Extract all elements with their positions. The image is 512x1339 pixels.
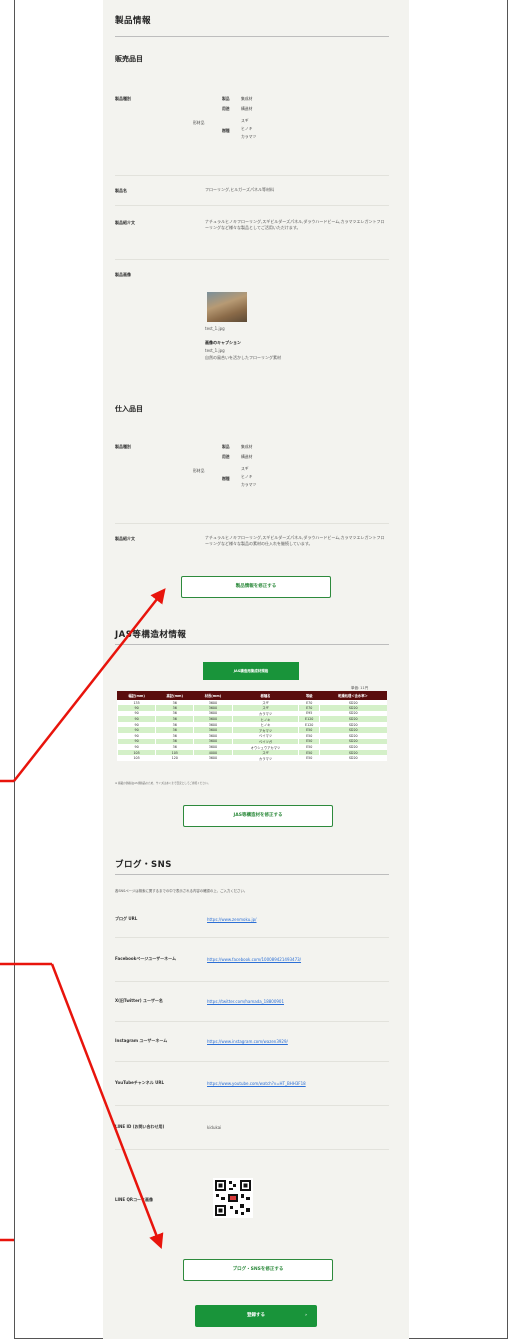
use-value: 構造材 <box>241 106 253 111</box>
table-header-cell: 幅記(mm) <box>116 691 157 700</box>
sns-row: Instagram ユーザーネーム https://www.instagram.c… <box>115 1022 389 1062</box>
qr-label: LINE QRコード画像 <box>115 1197 153 1202</box>
section-heading-jas: JAS等構造材情報 <box>115 630 187 640</box>
product-name-value: フローリング,ヒルガーズパネル等材料 <box>205 187 274 192</box>
species-value: カラマツ <box>241 134 257 139</box>
jas-section: JAS等構造材情報 JAS構造用集成材規格 単価: 11円 幅記(mm) 高記(m… <box>115 628 389 785</box>
qr-code-image <box>213 1178 253 1218</box>
sns-label: Facebookページユーザーネーム <box>115 956 177 961</box>
product-image-row: 製品画像 test_1.jpg 画像のキャプション test_1.jpg 自然の… <box>115 260 389 380</box>
sales-type-row: 製品種別 製品 集成材 用途 構造材 形材品 樹種 スギ ヒノキ カラマツ <box>115 92 389 176</box>
sns-label: ブログ URL <box>115 916 138 921</box>
table-header-row: 幅記(mm) 高記(mm) 材長(mm) 樹種名 等級 乾燥処理＜含水率＞ <box>116 691 388 700</box>
edit-product-info-button[interactable]: 製品情報を修正する <box>181 576 331 598</box>
blog-sns-section: ブログ・SNS 各SNSページは検索に関するまでの中で表示される内容の確認の上、… <box>115 858 389 1218</box>
table-cell: 120 <box>155 755 194 762</box>
jas-table: 幅記(mm) 高記(mm) 材長(mm) 樹種名 等級 乾燥処理＜含水率＞ 135 36 36… <box>116 691 388 762</box>
table-cell: SD20 <box>318 755 387 762</box>
table-cell: 3600 <box>193 755 233 762</box>
sns-row: YouTubeチャンネル URL https://www.youtube.com/… <box>115 1062 389 1106</box>
species-label: 樹種 <box>222 128 230 133</box>
category-label: 製品 <box>222 96 230 101</box>
section-heading-blog: ブログ・SNS <box>115 860 172 870</box>
sns-row: X(旧Twitter) ユーザー名 https://twitter.com/ham… <box>115 982 389 1022</box>
edit-blog-sns-button[interactable]: ブログ・SNSを修正する <box>183 1259 333 1281</box>
category-value: 集成材 <box>241 96 253 101</box>
product-name-row: 製品名 フローリング,ヒルガーズパネル等材料 <box>115 176 389 206</box>
edit-jas-button[interactable]: JAS等構造材を修正する <box>183 805 333 827</box>
table-header-cell: 乾燥処理＜含水率＞ <box>318 691 388 700</box>
product-image-label: 製品画像 <box>115 272 131 277</box>
species-value: スギ <box>241 118 249 123</box>
sns-label: YouTubeチャンネル URL <box>115 1080 164 1085</box>
product-photo <box>207 292 247 322</box>
use-value: 構造材 <box>241 454 253 459</box>
product-intro-value: ナチュラルヒノキフローリング,スギビルダーズパネル,ダラウハードビーム,カラマツ… <box>205 219 385 230</box>
sns-row: LINE ID (お問い合わせ用) kidukai <box>115 1106 389 1150</box>
use-label: 用途 <box>222 454 230 459</box>
table-header-cell: 等級 <box>298 691 320 700</box>
caption-text: 自然の風合いを活かしたフローリング素材 <box>205 355 281 360</box>
product-name-label: 製品名 <box>115 188 127 193</box>
register-button[interactable]: 登録する › <box>195 1305 317 1327</box>
sns-row: Facebookページユーザーネーム https://www.facebook.c… <box>115 938 389 982</box>
section-divider <box>115 644 389 645</box>
species-value: ヒノキ <box>241 126 253 131</box>
subheading-purchase: 仕入品目 <box>115 405 143 413</box>
product-intro-label: 製品紹介文 <box>115 220 135 225</box>
sales-type-label: 製品種別 <box>115 96 131 101</box>
sns-value: kidukai <box>207 1125 222 1130</box>
chevron-right-icon: › <box>305 1313 307 1318</box>
table-header-cell: 材長(mm) <box>193 691 233 700</box>
table-cell: カラマツ <box>231 755 299 762</box>
table-footnote: ※ 掲載の価格はJAS規格品のため、サイズはあくまで目安としてご参照ください。 <box>115 782 211 785</box>
section-heading-product-info: 製品情報 <box>115 16 152 26</box>
caption-filename: test_1.jpg <box>205 348 225 353</box>
blog-note: 各SNSページは検索に関するまでの中で表示される内容の確認の上、ご入力ください。 <box>115 889 248 893</box>
material-label: 形材品 <box>193 468 205 473</box>
section-divider <box>115 36 389 37</box>
table-cell: 105 <box>116 755 156 762</box>
purchase-intro-value: ナチュラルヒノキフローリング,スギビルダーズパネル,ダラウハードビーム,カラマツ… <box>205 535 385 546</box>
sns-link[interactable]: https://www.youtube.com/watch?v=HT_BHH3F… <box>207 1081 389 1087</box>
purchase-intro-label: 製品紹介文 <box>115 536 135 541</box>
category-value: 集成材 <box>241 444 253 449</box>
purchase-type-row: 製品種別 製品 集成材 用途 構造材 形材品 樹種 スギ ヒノキ カラマツ <box>115 438 389 524</box>
sns-label: Instagram ユーザーネーム <box>115 1038 168 1043</box>
sns-row: ブログ URL https://www.zenmoku.jp/ <box>115 902 389 938</box>
sns-link[interactable]: https://twitter.com/hamada_18800901 <box>207 999 389 1005</box>
sns-label: LINE ID (お問い合わせ用) <box>115 1124 165 1129</box>
species-value: スギ <box>241 466 249 471</box>
purchase-type-tree: 製品 集成材 用途 構造材 形材品 樹種 スギ ヒノキ カラマツ <box>193 444 313 504</box>
register-label: 登録する <box>247 1313 265 1318</box>
section-divider <box>115 874 389 875</box>
jas-tab[interactable]: JAS構造用集成材規格 <box>203 662 299 680</box>
sns-link[interactable]: https://www.zenmoku.jp/ <box>207 917 389 923</box>
use-label: 用途 <box>222 106 230 111</box>
species-label: 樹種 <box>222 476 230 481</box>
sns-link[interactable]: https://www.facebook.com/100089421493473… <box>207 957 389 963</box>
form-page: 製品情報 販売品目 製品種別 製品 集成材 用途 構造材 形材品 樹種 スギ ヒ… <box>103 0 409 1339</box>
sns-label: X(旧Twitter) ユーザー名 <box>115 998 163 1003</box>
species-value: カラマツ <box>241 482 257 487</box>
table-body: 135 36 3600 スギ E70 SD20 90 36 3600 スギ E70 SD20 90 36 3… <box>116 699 387 762</box>
table-cell: E50 <box>298 755 320 762</box>
species-value: ヒノキ <box>241 474 253 479</box>
image-filename: test_1.jpg <box>205 326 225 331</box>
table-header-cell: 高記(mm) <box>155 691 195 700</box>
purchase-intro-row: 製品紹介文 ナチュラルヒノキフローリング,スギビルダーズパネル,ダラウハードビー… <box>115 524 389 574</box>
subheading-sales: 販売品目 <box>115 55 143 63</box>
material-label: 形材品 <box>193 120 205 125</box>
product-intro-row: 製品紹介文 ナチュラルヒノキフローリング,スギビルダーズパネル,ダラウハードビー… <box>115 206 389 260</box>
sns-link[interactable]: https://www.instagram.com/wazen3929/ <box>207 1039 389 1045</box>
table-header-cell: 樹種名 <box>231 691 300 700</box>
category-label: 製品 <box>222 444 230 449</box>
purchase-type-label: 製品種別 <box>115 444 131 449</box>
sales-type-tree: 製品 集成材 用途 構造材 形材品 樹種 スギ ヒノキ カラマツ <box>193 96 313 156</box>
product-info-section: 製品情報 販売品目 製品種別 製品 集成材 用途 構造材 形材品 樹種 スギ ヒ… <box>115 14 389 546</box>
table-row: 105 120 3600 カラマツ E50 SD20 <box>116 755 387 762</box>
caption-heading: 画像のキャプション <box>205 340 241 345</box>
